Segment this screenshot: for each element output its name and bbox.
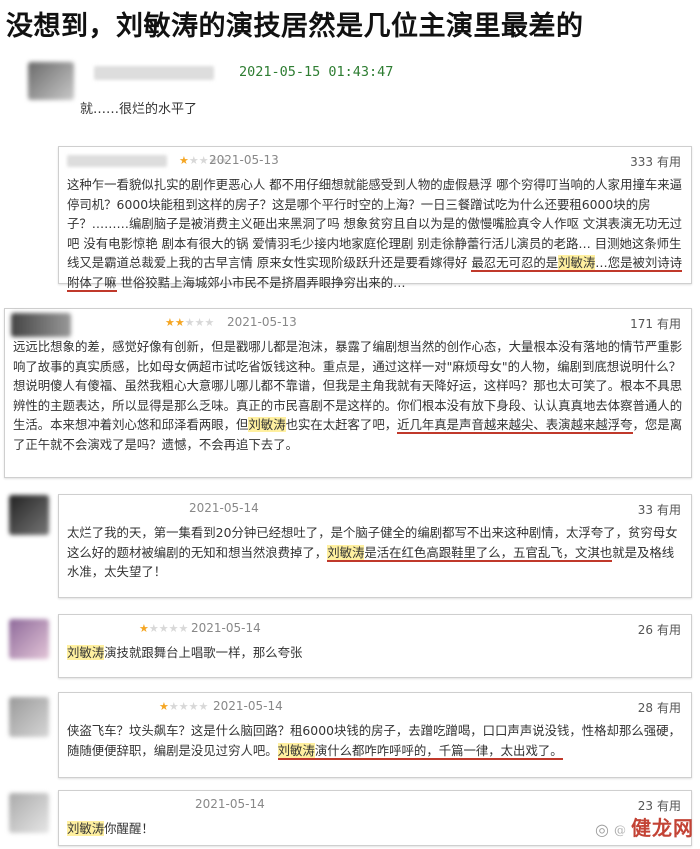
useful-label: 有用	[656, 317, 681, 331]
weibo-icon: ◎	[595, 820, 610, 839]
underlined-text: 最忍无可忍的是	[471, 255, 559, 272]
useful-button[interactable]: 171 有用	[630, 315, 681, 332]
highlighted-name: 刘敏涛	[67, 821, 105, 836]
useful-button[interactable]: 33 有用	[638, 501, 681, 518]
review-card: ★★★★★ 2021-05-13 333 有用 这种乍一看貌似扎实的剧作更恶心人 …	[58, 146, 692, 292]
useful-count: 26	[637, 623, 653, 637]
review-text: 侠盗飞车？坟头飙车？这是什么脑回路？租6000块钱的房子，去蹭吃蹭喝，口口声声说…	[67, 721, 685, 760]
review-text-part: 你醒醒！	[104, 821, 154, 836]
avatar	[9, 495, 49, 535]
review-text: 刘敏涛你醒醒！	[67, 819, 685, 839]
useful-label: 有用	[656, 623, 681, 637]
review-date: 2021-05-14	[191, 621, 261, 635]
rating-stars-icon: ★★★★★	[139, 622, 189, 635]
review-meta: 2021-05-14 33 有用	[59, 501, 691, 519]
review-text: 太烂了我的天，第一集看到20分钟已经想吐了，是个脑子健全的编剧都写不出来这种剧情…	[67, 523, 685, 582]
review-text-part: 也实在太赶客了吧，	[285, 417, 398, 432]
useful-count: 23	[637, 799, 653, 813]
review-text: 就……很烂的水平了	[80, 102, 198, 117]
avatar	[9, 697, 49, 737]
useful-button[interactable]: 26 有用	[638, 621, 681, 638]
avatar	[9, 619, 49, 659]
review-date: 2021-05-14	[195, 797, 265, 811]
avatar	[28, 62, 74, 100]
highlighted-name: 刘敏涛	[327, 544, 365, 562]
review-date: 2021-05-13	[227, 315, 297, 329]
review-card: 2021-05-15 01:43:47 就……很烂的水平了	[14, 52, 692, 140]
review-meta: ★★★★★ 2021-05-14 28 有用	[59, 699, 691, 717]
review-date: 2021-05-14	[189, 501, 259, 515]
useful-count: 28	[637, 701, 653, 715]
rating-stars-icon: ★★★★★	[159, 700, 209, 713]
highlighted-name: 刘敏涛	[248, 417, 286, 432]
useful-label: 有用	[656, 155, 681, 169]
review-text-part: 世俗狡黠上海城郊小市民不是挤眉弄眼挣穷出来的…	[116, 274, 406, 290]
review-meta: ★★★★★ 2021-05-13 333 有用	[59, 153, 691, 171]
underlined-text: 近几年真是声音越来越尖、表演越来越浮夸	[397, 417, 633, 434]
useful-count: 333	[630, 155, 653, 169]
avatar	[9, 793, 49, 833]
rating-stars-icon: ★★★★★	[165, 316, 215, 329]
useful-label: 有用	[656, 701, 681, 715]
page-headline: 没想到，刘敏涛的演技居然是几位主演里最差的	[6, 11, 584, 42]
review-card: ★★★★★ 2021-05-14 28 有用 侠盗飞车？坟头飙车？这是什么脑回路？…	[9, 692, 692, 778]
useful-button[interactable]: 28 有用	[638, 699, 681, 716]
useful-label: 有用	[656, 503, 681, 517]
watermark-brand: 健龙网	[631, 816, 694, 840]
useful-button[interactable]: 333 有用	[630, 153, 681, 170]
watermark-prefix: @	[614, 822, 627, 837]
review-meta: ★★★★★ 2021-05-14 26 有用	[59, 621, 691, 639]
review-card: 2021-05-14 33 有用 太烂了我的天，第一集看到20分钟已经想吐了，是个…	[9, 494, 692, 598]
review-card: ★★★★★ 2021-05-13 171 有用 远远比想象的差，感觉好像有创新，但…	[4, 308, 692, 478]
watermark: ◎ @ 健龙网	[595, 812, 694, 841]
useful-label: 有用	[656, 799, 681, 813]
username	[67, 155, 167, 167]
useful-count: 171	[630, 317, 653, 331]
review-date: 2021-05-13	[209, 153, 279, 167]
review-card: ★★★★★ 2021-05-14 26 有用 刘敏涛演技就跟舞台上唱歌一样，那么夸…	[9, 614, 692, 678]
underlined-text: 演什么都咋咋呼呼的，千篇一律，太出戏了。	[314, 742, 563, 760]
highlighted-name: 刘敏涛	[67, 645, 105, 660]
highlighted-name: 刘敏涛	[277, 742, 315, 760]
review-date: 2021-05-14	[213, 699, 283, 713]
useful-count: 33	[637, 503, 653, 517]
review-meta: ★★★★★ 2021-05-13 171 有用	[5, 315, 691, 333]
highlighted-name: 刘敏涛	[558, 255, 596, 272]
review-text: 这种乍一看貌似扎实的剧作更恶心人 都不用仔细想就能感受到人物的虚假悬浮 哪个穷得…	[67, 175, 685, 292]
username	[94, 66, 214, 80]
review-text-part: 演技就跟舞台上唱歌一样，那么夸张	[104, 645, 303, 660]
review-text: 刘敏涛演技就跟舞台上唱歌一样，那么夸张	[67, 643, 685, 663]
underlined-text: 是活在红色高跟鞋里了么，五官乱飞，文淇也	[364, 544, 613, 562]
review-text: 远远比想象的差，感觉好像有创新，但是戳哪儿都是泡沫，暴露了编剧想当然的创作心态，…	[13, 337, 685, 454]
review-date: 2021-05-15 01:43:47	[239, 64, 394, 80]
